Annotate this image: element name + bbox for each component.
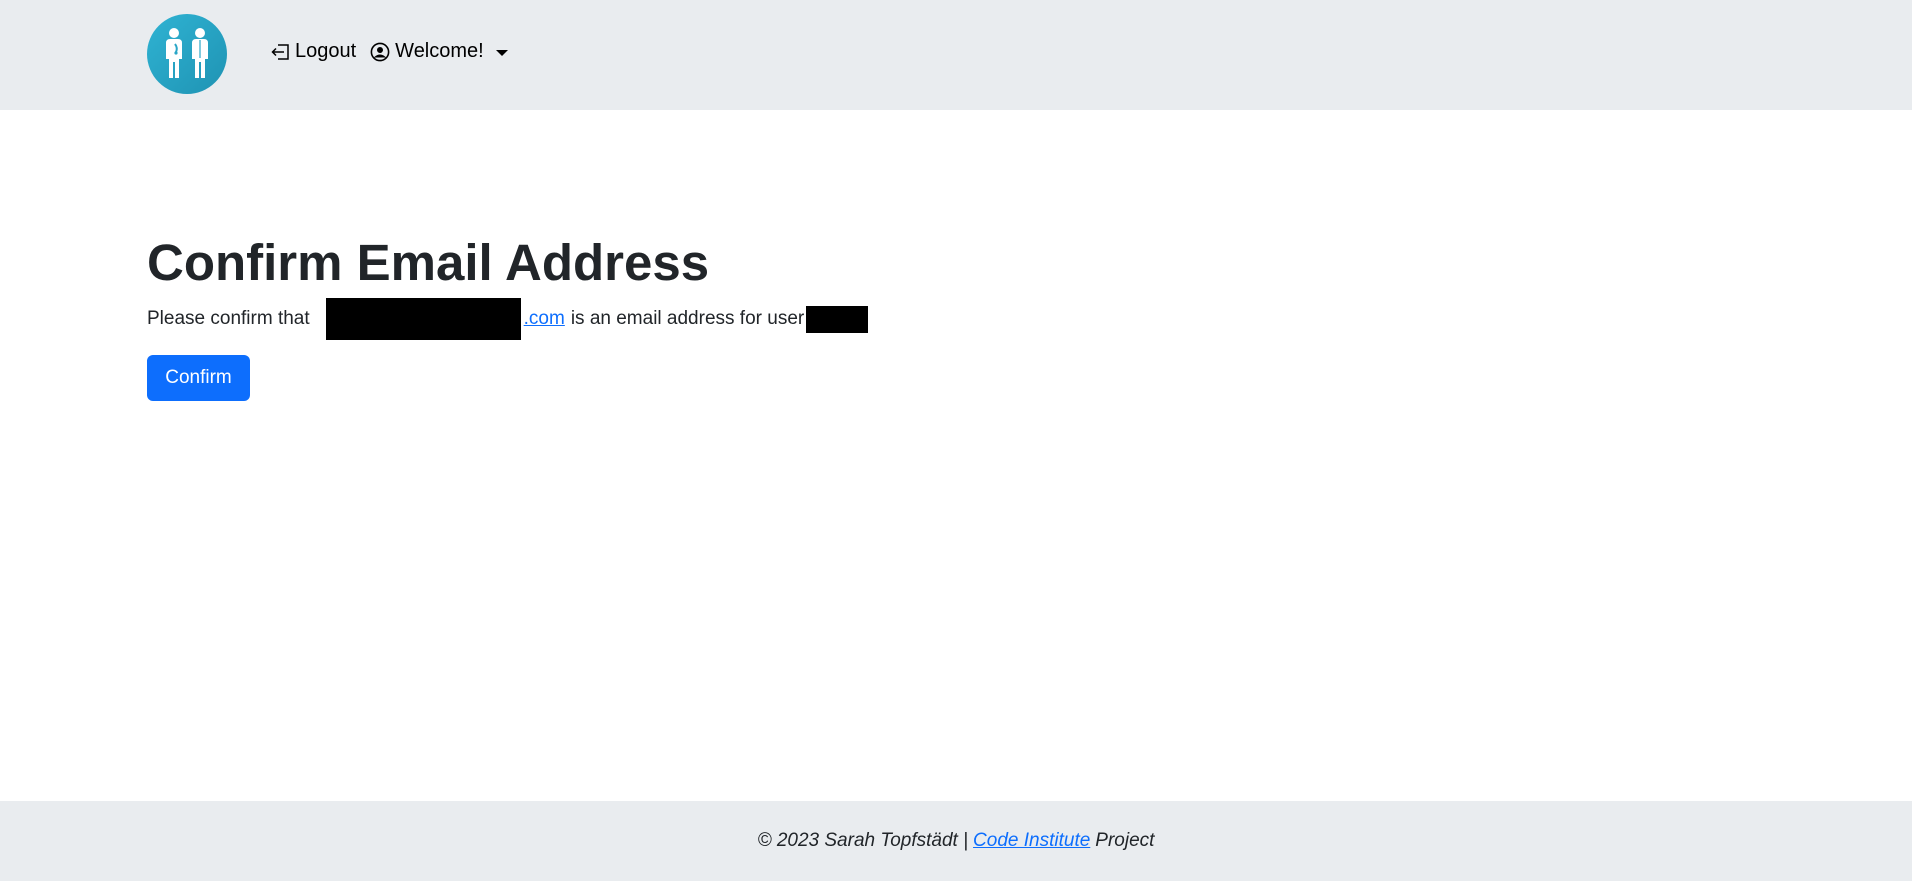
code-institute-link[interactable]: Code Institute xyxy=(973,830,1090,852)
footer-copyright: © 2023 Sarah Topfstädt | xyxy=(757,830,969,851)
navbar: Logout Welcome! xyxy=(0,0,1912,110)
welcome-dropdown[interactable]: Welcome! xyxy=(370,40,508,63)
logo-icon[interactable] xyxy=(147,14,227,94)
confirm-message: Please confirm that .com is an email add… xyxy=(147,298,869,340)
main-content: Confirm Email Address Please confirm tha… xyxy=(147,232,869,401)
nav-links: Logout Welcome! xyxy=(271,40,508,63)
user-circle-icon xyxy=(370,42,395,62)
confirm-text-middle: is an email address for user xyxy=(570,308,805,329)
logout-link[interactable]: Logout xyxy=(271,40,356,63)
redacted-email-block xyxy=(325,298,521,340)
caret-down-icon xyxy=(495,49,508,56)
confirm-button[interactable]: Confirm xyxy=(147,355,250,401)
email-link[interactable]: .com xyxy=(524,302,565,336)
welcome-label: Welcome! xyxy=(395,40,484,62)
page-title: Confirm Email Address xyxy=(147,234,710,291)
confirm-text-prefix: Please confirm that xyxy=(147,308,310,329)
footer-suffix: Project xyxy=(1095,830,1155,851)
logout-label: Logout xyxy=(295,40,357,62)
redacted-username-block xyxy=(806,305,869,333)
footer: © 2023 Sarah Topfstädt | Code Institute … xyxy=(0,801,1912,881)
logout-icon xyxy=(271,43,295,61)
